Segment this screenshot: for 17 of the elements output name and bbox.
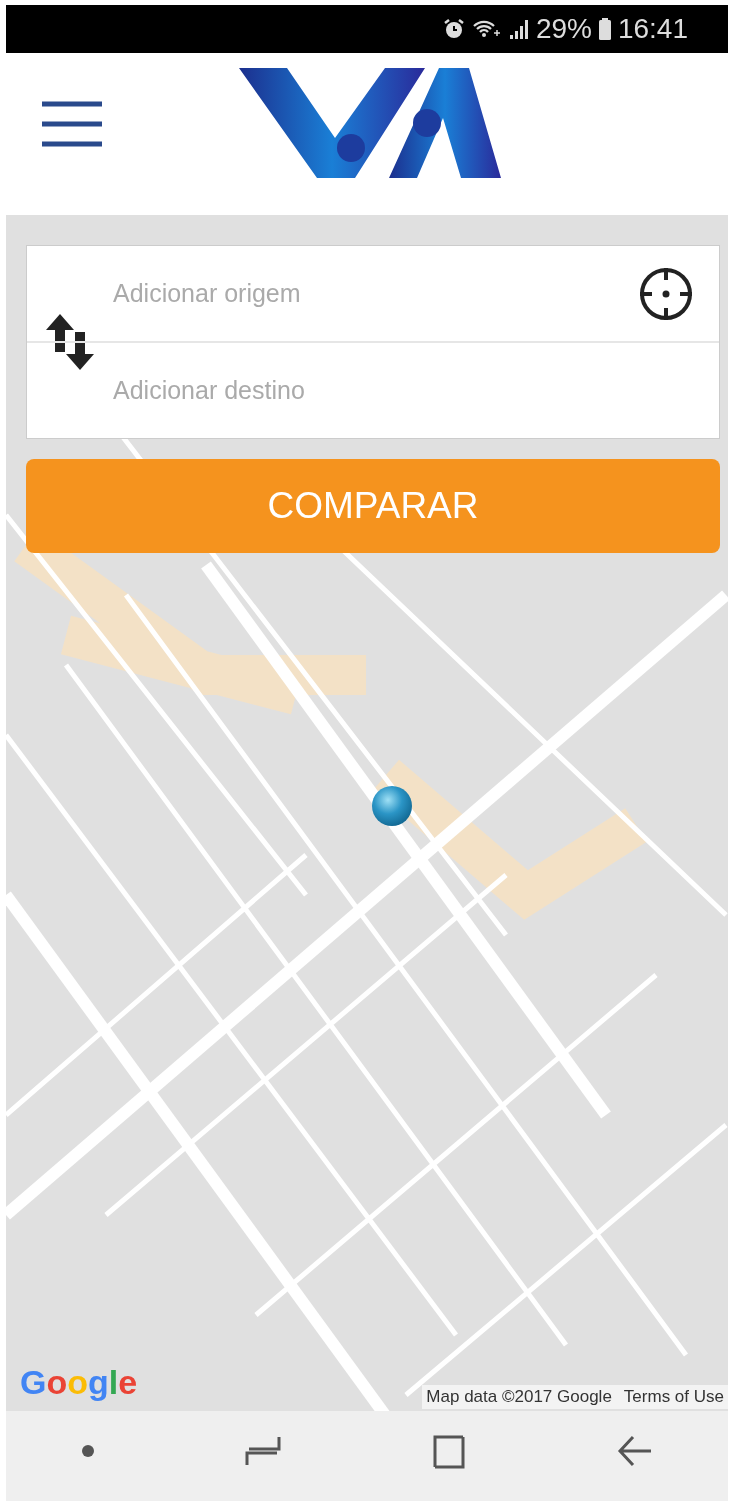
battery-percent: 29%	[535, 13, 592, 45]
swap-button[interactable]	[44, 314, 96, 370]
menu-button[interactable]	[40, 100, 104, 148]
clock-time: 16:41	[617, 13, 688, 45]
dot-icon[interactable]	[81, 1444, 95, 1458]
origin-input[interactable]: Adicionar origem	[113, 273, 637, 314]
signal-icon	[507, 17, 530, 41]
battery-icon	[597, 17, 612, 41]
google-logo: Google	[20, 1363, 138, 1402]
terms-link[interactable]: Terms of Use	[623, 1387, 724, 1407]
map-attribution: Map data ©2017 Google	[426, 1387, 612, 1407]
location-pin-icon	[371, 785, 413, 827]
swap-arrows-icon	[44, 314, 96, 370]
home-icon[interactable]	[431, 1433, 467, 1469]
back-icon[interactable]	[617, 1433, 653, 1469]
destination-input[interactable]: Adicionar destino	[113, 370, 695, 411]
menu-icon	[40, 100, 104, 148]
